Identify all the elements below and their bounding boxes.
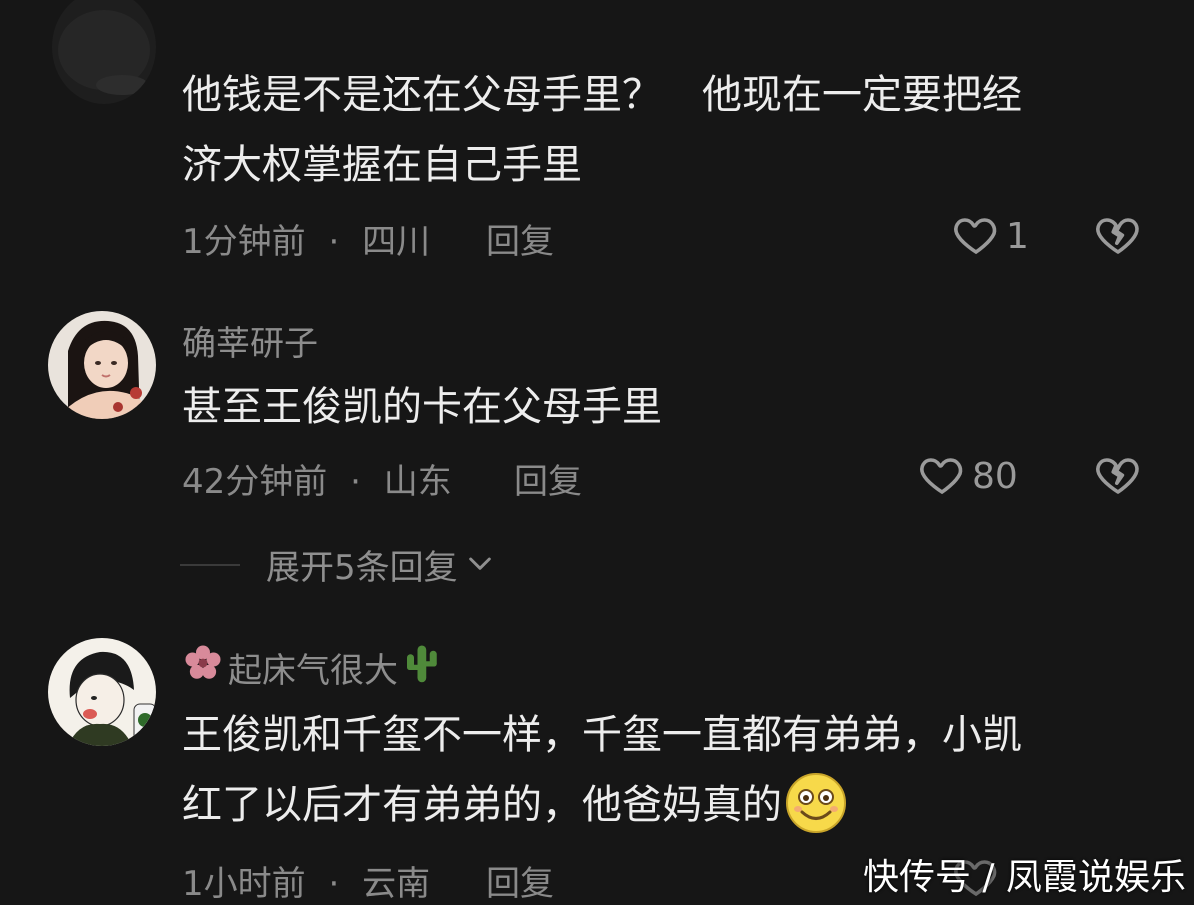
dislike-button[interactable] [1094, 450, 1142, 502]
comment-text-line: 济大权掌握在自己手里 [182, 142, 582, 188]
reply-button[interactable]: 回复 [514, 454, 582, 503]
comment-text-line: 他钱是不是还在父母手里？ 他现在一定要把经 [182, 72, 1022, 118]
heart-icon [918, 450, 966, 502]
reply-button[interactable]: 回复 [486, 214, 554, 263]
flower-icon [182, 642, 224, 693]
username-row[interactable]: 起床气很大 [182, 642, 440, 693]
comment-time: 42分钟前 [182, 462, 328, 502]
comment-location: 云南 [362, 864, 431, 904]
comment-time: 1分钟前 [182, 222, 306, 262]
meta-separator: · [328, 222, 340, 262]
meta-separator: · [328, 864, 340, 904]
comment-text-line-with-emoji: 红了以后才有弟弟的，他爸妈真的 [182, 770, 848, 840]
broken-heart-icon [1094, 218, 1142, 262]
like-count: 1 [1006, 215, 1029, 257]
meta-separator: · [350, 462, 361, 502]
comment-location: 山东 [383, 462, 452, 502]
comment-text-line: 红了以后才有弟弟的，他爸妈真的 [182, 782, 782, 828]
smile-emoji-icon [784, 771, 848, 839]
comment-time: 1小时前 [182, 864, 306, 904]
heart-icon [952, 210, 1000, 262]
comment-meta: 1小时前 · 云南 [182, 856, 430, 905]
like-button[interactable]: 80 [918, 450, 1018, 502]
like-count: 80 [972, 455, 1018, 497]
comment-meta: 42分钟前 · 山东 [182, 454, 452, 503]
like-button[interactable]: 1 [952, 210, 1029, 262]
reply-button[interactable]: 回复 [486, 856, 554, 905]
chevron-down-icon [464, 547, 496, 583]
cactus-icon [402, 642, 440, 693]
avatar[interactable] [52, 0, 156, 104]
comment-text-line: 甚至王俊凯的卡在父母手里 [182, 384, 662, 430]
divider-line [180, 563, 240, 566]
broken-heart-icon [1094, 458, 1142, 502]
watermark: 快传号 / 凤霞说娱乐 [862, 857, 1186, 898]
dislike-button[interactable] [1094, 210, 1142, 262]
expand-replies-button[interactable]: 展开5条回复 [180, 540, 496, 589]
username[interactable]: 确莘研子 [182, 316, 318, 365]
avatar[interactable] [48, 638, 156, 746]
comment-text-line: 王俊凯和千玺不一样，千玺一直都有弟弟，小凯 [182, 712, 1022, 758]
comment-location: 四川 [362, 222, 431, 262]
avatar[interactable] [48, 311, 156, 419]
comment-meta: 1分钟前 · 四川 [182, 214, 430, 263]
username: 起床气很大 [228, 651, 398, 691]
expand-replies-label: 展开5条回复 [266, 548, 458, 588]
